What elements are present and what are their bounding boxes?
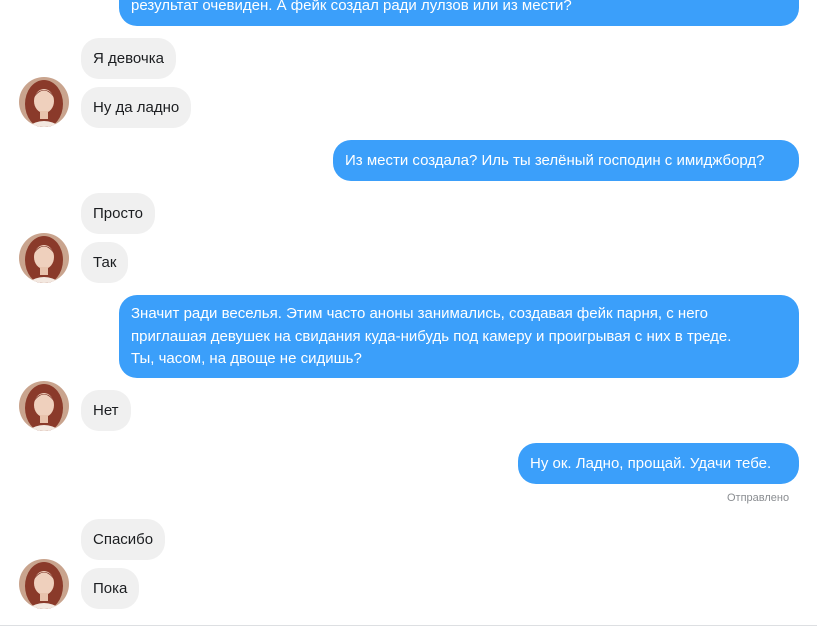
message-text: Я девочка bbox=[93, 50, 164, 67]
message-bubble-outgoing: Значит ради веселья. Этим часто аноны за… bbox=[119, 295, 799, 378]
message-text-line: Ты, часом, на двоще не сидишь? bbox=[131, 350, 362, 367]
contact-avatar[interactable] bbox=[19, 233, 69, 283]
message-bubble-incoming: Нет bbox=[81, 390, 131, 431]
contact-avatar-icon bbox=[19, 233, 69, 283]
message-bubble-outgoing: результат очевиден. А фейк создал ради л… bbox=[119, 0, 799, 26]
message-text-line: Значит ради веселья. Этим часто аноны за… bbox=[131, 305, 709, 322]
message-text: Пока bbox=[93, 580, 128, 597]
message-bubble-incoming: Пока bbox=[81, 568, 140, 609]
message-text: Нет bbox=[93, 402, 119, 419]
contact-avatar-icon bbox=[19, 559, 69, 609]
message-bubble-incoming: Так bbox=[81, 242, 129, 283]
contact-avatar[interactable] bbox=[19, 381, 69, 431]
message-bubble-outgoing: Из мести создала? Иль ты зелёный господи… bbox=[333, 140, 799, 181]
message-text: Так bbox=[93, 254, 117, 271]
message-text: Спасибо bbox=[93, 531, 154, 548]
composer-divider bbox=[0, 625, 817, 626]
message-bubble-outgoing: Ну ок. Ладно, прощай. Удачи тебе. bbox=[518, 443, 799, 484]
message-bubble-incoming: Я девочка bbox=[81, 38, 176, 79]
message-text: Ну ок. Ладно, прощай. Удачи тебе. bbox=[530, 455, 772, 472]
contact-avatar[interactable] bbox=[19, 559, 69, 609]
contact-avatar-icon bbox=[19, 381, 69, 431]
contact-avatar-icon bbox=[19, 77, 69, 127]
message-text: Из мести создала? Иль ты зелёный господи… bbox=[345, 152, 765, 169]
message-text: Просто bbox=[93, 205, 144, 222]
message-text-line: приглашая девушек на свидания куда-нибуд… bbox=[131, 327, 732, 345]
message-text: результат очевиден. А фейк создал ради л… bbox=[131, 0, 572, 14]
message-text: Ну да ладно bbox=[93, 99, 180, 116]
message-bubble-incoming: Спасибо bbox=[81, 519, 166, 560]
message-bubble-incoming: Просто bbox=[81, 193, 156, 234]
message-bubble-incoming: Ну да ладно bbox=[81, 87, 192, 128]
message-status: Отправлено bbox=[727, 492, 790, 504]
contact-avatar[interactable] bbox=[19, 77, 69, 127]
